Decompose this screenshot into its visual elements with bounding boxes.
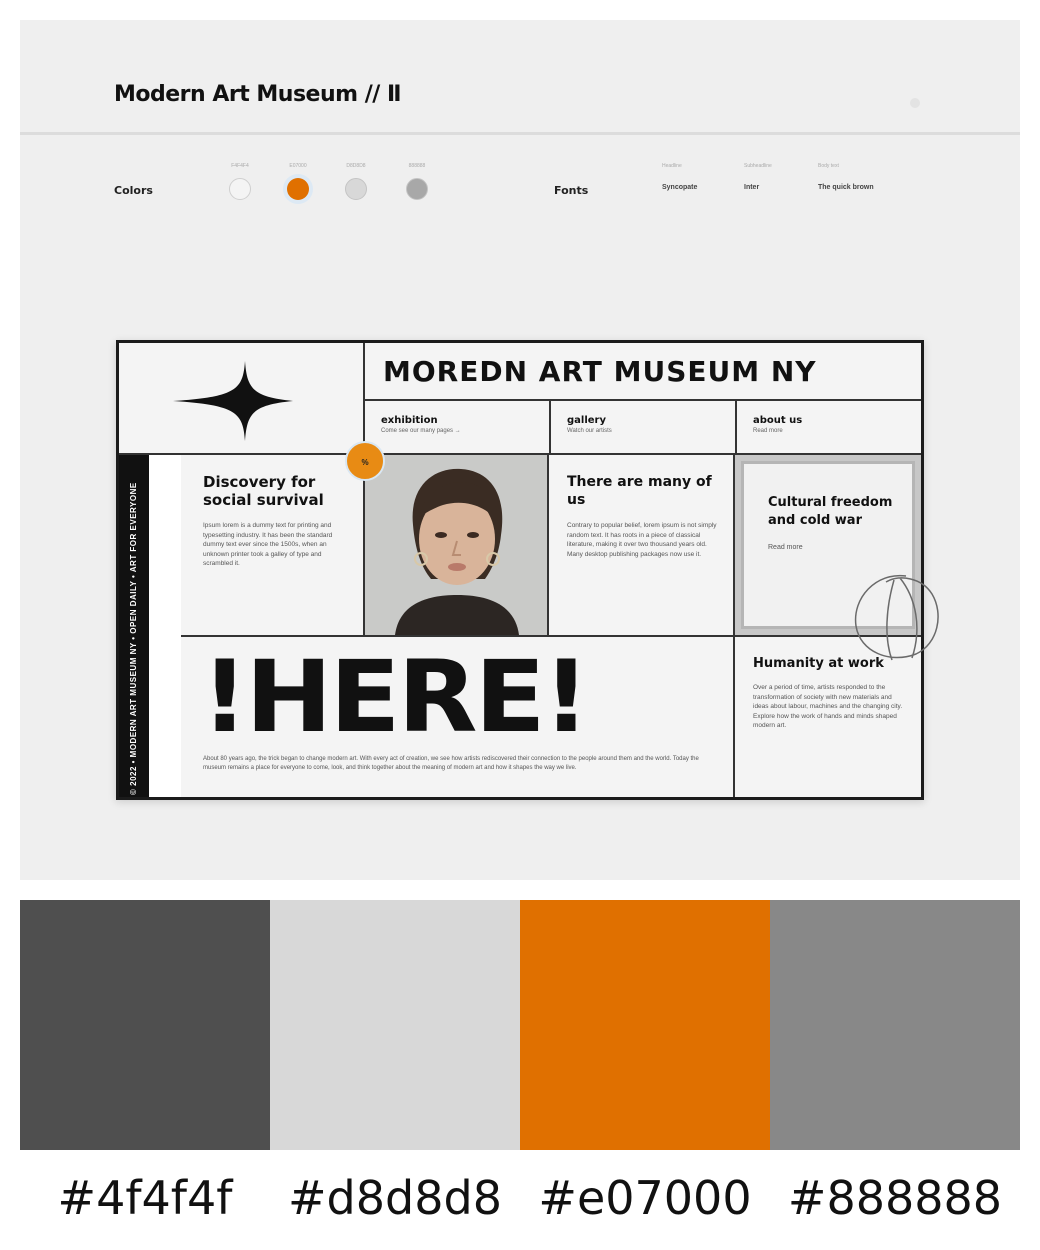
nav-item-title: gallery <box>567 415 606 426</box>
color-swatch[interactable]: D8D8D8 <box>336 160 376 200</box>
swatch-circle <box>287 178 309 200</box>
menu-dot-icon[interactable] <box>910 98 920 108</box>
color-swatch[interactable]: 888888 <box>397 160 437 200</box>
scribble-circle-icon <box>854 574 939 661</box>
font-spec: Headline Syncopate <box>662 160 697 191</box>
vertical-ticker: © 2022 • MODERN ART MUSEUM NY • OPEN DAI… <box>119 455 149 797</box>
article-heading: There are many of us <box>567 474 712 508</box>
palette-chip <box>520 900 770 1150</box>
swatch-caption: D8D8D8 <box>346 163 366 169</box>
palette-hex-label: #4f4f4f <box>57 1171 233 1225</box>
swatch-caption: E07000 <box>289 163 307 169</box>
colors-label: Colors <box>114 184 153 197</box>
font-value: The quick brown <box>818 184 874 191</box>
swatch-caption: F4F4F4 <box>231 163 249 169</box>
here-block: !HERE! About 80 years ago, the trick beg… <box>181 637 735 797</box>
here-headline: !HERE! <box>201 639 590 755</box>
nav-item-title: about us <box>753 415 803 426</box>
article-many-of-us: There are many of us Contrary to popular… <box>549 455 735 635</box>
font-caption: Subheadline <box>744 163 772 169</box>
four-point-star-icon <box>173 361 293 441</box>
swatch-caption: 888888 <box>408 163 426 169</box>
swatch-circle <box>345 178 367 200</box>
article-body: Ipsum lorem is a dummy text for printing… <box>203 522 333 567</box>
fonts-label: Fonts <box>554 184 589 197</box>
nav-item-exhibition[interactable]: exhibition Come see our many pages → <box>365 401 551 455</box>
style-guide-row: Colors F4F4F4 E07000 D8D8D8 888888 Fonts… <box>20 160 1020 230</box>
color-palette <box>20 900 1020 1150</box>
article-heading: Discovery for social survival <box>203 473 324 509</box>
featured-heading: Cultural freedom and cold war <box>768 495 893 528</box>
palette-chip <box>270 900 520 1150</box>
portrait-photo <box>365 455 549 635</box>
swatch-circle <box>229 178 251 200</box>
article-body: Over a period of time, artists responded… <box>753 684 903 729</box>
nav-item-sub: Read more <box>753 428 783 434</box>
palette-hex-label: #d8d8d8 <box>288 1171 502 1225</box>
swatch-circle <box>406 178 428 200</box>
font-value: Inter <box>744 184 760 191</box>
read-more-link[interactable]: Read more <box>768 544 898 551</box>
nav-item-about-us[interactable]: about us Read more <box>737 401 921 455</box>
font-value: Syncopate <box>662 184 698 191</box>
palette-hex-label: #888888 <box>787 1171 1003 1225</box>
font-caption: Body text <box>818 163 839 169</box>
font-spec: Subheadline Inter <box>744 160 772 191</box>
color-swatch[interactable]: F4F4F4 <box>220 160 260 200</box>
portrait-illustration <box>365 455 547 635</box>
discount-badge[interactable]: % <box>345 441 385 481</box>
nav-item-sub: Come see our many pages → <box>381 428 461 434</box>
palette-chip <box>20 900 270 1150</box>
vertical-ticker-text: © 2022 • MODERN ART MUSEUM NY • OPEN DAI… <box>129 482 138 795</box>
presentation-board: Modern Art Museum // Ⅱ Colors F4F4F4 E07… <box>20 20 1020 880</box>
palette-hex-label: #e07000 <box>538 1171 752 1225</box>
poster-title: MOREDN ART MUSEUM NY <box>365 343 921 401</box>
color-swatch[interactable]: E07000 <box>278 160 318 200</box>
here-body: About 80 years ago, the trick began to c… <box>203 756 699 771</box>
page-title: Modern Art Museum // Ⅱ <box>114 82 401 107</box>
palette-chip <box>770 900 1020 1150</box>
nav-item-sub: Watch our artists <box>567 428 612 434</box>
article-discovery: Discovery for social survival Ipsum lore… <box>181 455 365 635</box>
logo-cell <box>119 343 365 455</box>
nav-item-title: exhibition <box>381 415 438 426</box>
font-spec: Body text The quick brown <box>818 160 874 191</box>
nav-item-gallery[interactable]: gallery Watch our artists <box>551 401 737 455</box>
article-body: Contrary to popular belief, lorem ipsum … <box>567 522 717 558</box>
top-bar: Modern Art Museum // Ⅱ <box>20 20 1020 135</box>
font-caption: Headline <box>662 163 682 169</box>
poster-mockup: MOREDN ART MUSEUM NY exhibition Come see… <box>116 340 924 800</box>
